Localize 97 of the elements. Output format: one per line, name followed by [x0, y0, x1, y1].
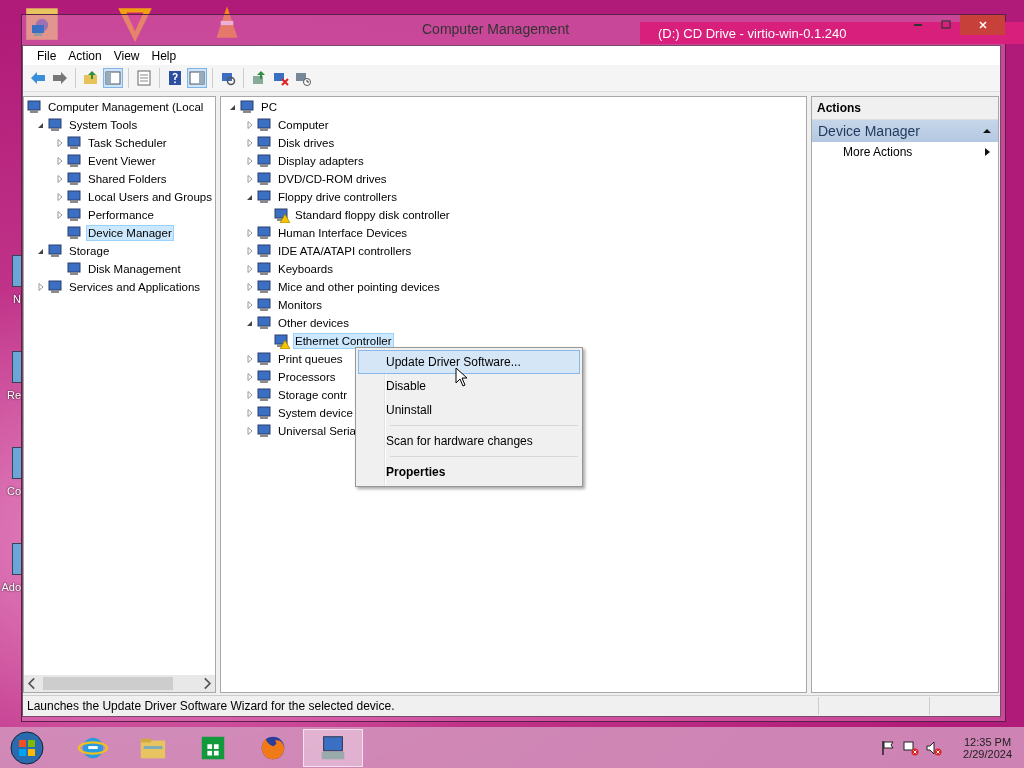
- menu-item[interactable]: Action: [62, 48, 108, 63]
- scroll-thumb[interactable]: [43, 677, 173, 690]
- speaker-muted-icon[interactable]: [926, 739, 943, 756]
- section-title[interactable]: Device Manager: [818, 123, 920, 139]
- device-icon: [257, 189, 273, 205]
- maximize-icon: [941, 20, 951, 30]
- context-menu-item[interactable]: Properties: [358, 460, 580, 484]
- tree-item[interactable]: Services and Applications: [67, 279, 203, 295]
- remove-icon: [273, 70, 289, 86]
- tree-item[interactable]: Performance: [86, 207, 156, 223]
- context-menu-item[interactable]: Scan for hardware changes: [358, 429, 580, 453]
- tree-item[interactable]: Processors: [276, 369, 338, 385]
- action-link[interactable]: More Actions: [843, 145, 913, 159]
- taskbar-button[interactable]: [303, 728, 363, 767]
- device-icon: [257, 135, 273, 151]
- collapse-arrow-icon[interactable]: [982, 126, 992, 136]
- back-arrow-icon: [30, 70, 46, 86]
- window-title: Computer Management: [422, 21, 570, 37]
- minimize-icon: [914, 24, 922, 26]
- tree-item[interactable]: Disk drives: [276, 135, 337, 151]
- clock-date[interactable]: 2/29/2024: [963, 747, 1012, 760]
- list-icon: [136, 70, 152, 86]
- tree-item[interactable]: IDE ATA/ATAPI controllers: [276, 243, 414, 259]
- device-icon: [257, 297, 273, 313]
- tree-item[interactable]: Storage: [67, 243, 112, 259]
- tree-item[interactable]: PC: [259, 99, 279, 115]
- horizontal-scrollbar[interactable]: [24, 675, 215, 692]
- close-button[interactable]: [960, 15, 1005, 35]
- tree-item[interactable]: Computer: [276, 117, 331, 133]
- scan-icon: [220, 70, 236, 86]
- device-icon: [257, 351, 273, 367]
- actions-header: Actions: [812, 97, 998, 120]
- actions-section-header[interactable]: Device Manager: [812, 120, 998, 142]
- device-icon: [257, 261, 273, 277]
- tree-item[interactable]: Event Viewer: [86, 153, 158, 169]
- tree-item[interactable]: Storage contr: [276, 387, 350, 403]
- tree-item[interactable]: Print queues: [276, 351, 345, 367]
- context-menu-item[interactable]: Disable: [358, 374, 580, 398]
- tree-pane-icon: [105, 70, 121, 86]
- tree-item[interactable]: Device Manager: [86, 225, 174, 241]
- device-icon: [257, 153, 273, 169]
- window-title: (D:) CD Drive - virtio-win-0.1.240: [658, 26, 847, 41]
- folder-up-icon: [83, 70, 99, 86]
- forward-arrow-icon: [52, 70, 68, 86]
- tree-item[interactable]: Task Scheduler: [86, 135, 169, 151]
- tree-item[interactable]: Ethernet Controller: [293, 333, 394, 349]
- device-icon: [257, 279, 273, 295]
- tree-item[interactable]: Shared Folders: [86, 171, 169, 187]
- enable-icon: [295, 70, 311, 86]
- tree-item[interactable]: Display adapters: [276, 153, 366, 169]
- device-icon: [257, 315, 273, 331]
- menu-item[interactable]: View: [107, 48, 146, 63]
- tree-item[interactable]: Universal Seria: [276, 423, 358, 439]
- cursor-icon: [455, 367, 467, 387]
- desktop-icon[interactable]: [12, 447, 21, 479]
- status-text: Launches the Update Driver Software Wizard for the selected device.: [26, 699, 396, 713]
- tree-item[interactable]: System Tools: [67, 117, 140, 133]
- pane-icon: [189, 70, 205, 86]
- close-icon: [977, 20, 988, 30]
- tree-item[interactable]: Mice and other pointing devices: [276, 279, 442, 295]
- context-menu-item[interactable]: Update Driver Software...: [358, 350, 580, 374]
- help-icon: [167, 70, 183, 86]
- start-button[interactable]: [9, 729, 45, 766]
- tree-item[interactable]: Disk Management: [86, 261, 183, 277]
- device-icon: [257, 387, 273, 403]
- flag-icon[interactable]: [880, 739, 897, 756]
- tree-item[interactable]: Computer Management (Local: [46, 99, 206, 115]
- menu-item[interactable]: File: [31, 48, 63, 63]
- tree-item[interactable]: DVD/CD-ROM drives: [276, 171, 389, 187]
- desktop-icon[interactable]: [12, 351, 21, 383]
- tree-item[interactable]: Keyboards: [276, 261, 335, 277]
- device-icon: [257, 243, 273, 259]
- tree-item[interactable]: Local Users and Groups: [86, 189, 214, 205]
- device-icon: [257, 405, 273, 421]
- device-icon: [257, 117, 273, 133]
- submenu-arrow-icon: [982, 147, 992, 157]
- clock-time[interactable]: 12:35 PM: [964, 735, 1012, 748]
- context-menu-item[interactable]: Uninstall: [358, 398, 580, 422]
- desktop-icon-label[interactable]: N: [13, 293, 21, 305]
- computer-icon: [30, 22, 46, 38]
- network-error-icon[interactable]: [903, 739, 920, 756]
- tree-item[interactable]: Monitors: [276, 297, 325, 313]
- device-icon: [257, 225, 273, 241]
- menu-item[interactable]: Help: [145, 48, 183, 63]
- device-icon: [257, 423, 273, 439]
- tree-item[interactable]: Human Interface Devices: [276, 225, 410, 241]
- device-icon: [240, 99, 256, 115]
- tree-item[interactable]: Floppy drive controllers: [276, 189, 399, 205]
- desktop-icon-label[interactable]: Re: [6, 389, 21, 401]
- device-icon: [257, 171, 273, 187]
- update-icon: [251, 70, 267, 86]
- desktop-icon[interactable]: [12, 255, 21, 287]
- tree-item[interactable]: Other devices: [276, 315, 351, 331]
- tree-item[interactable]: System device: [276, 405, 355, 421]
- tree-item[interactable]: Standard floppy disk controller: [293, 207, 452, 223]
- device-icon: [257, 369, 273, 385]
- desktop-icon[interactable]: [12, 543, 21, 575]
